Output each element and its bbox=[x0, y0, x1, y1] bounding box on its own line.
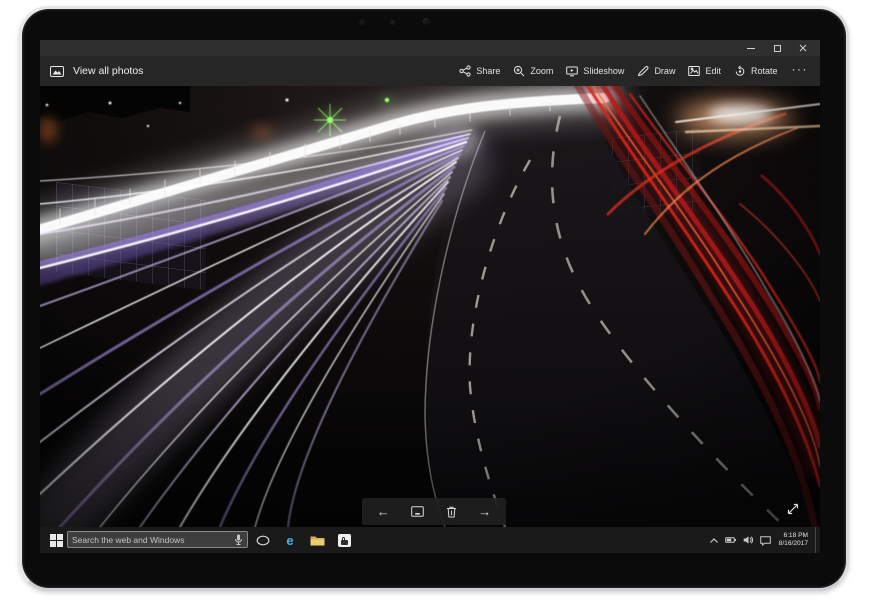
more-options-button[interactable]: ··· bbox=[788, 62, 811, 81]
draw-icon bbox=[637, 65, 649, 77]
slideshow-label: Slideshow bbox=[583, 66, 624, 76]
photos-toolbar: Share Zoom Slideshow bbox=[456, 62, 810, 81]
minimize-button[interactable] bbox=[738, 40, 764, 56]
zoom-button[interactable]: Zoom bbox=[510, 65, 556, 77]
slideshow-icon bbox=[566, 65, 578, 77]
pinned-apps: e bbox=[254, 527, 353, 553]
maximize-icon bbox=[774, 45, 781, 52]
view-all-photos-label: View all photos bbox=[73, 65, 143, 77]
ir-sensor-dot bbox=[390, 20, 395, 25]
windows-logo-icon bbox=[50, 534, 63, 547]
zoom-label: Zoom bbox=[530, 66, 553, 76]
rotate-button[interactable]: Rotate bbox=[731, 65, 781, 77]
windows-screen: View all photos Share Zoom bbox=[40, 40, 820, 553]
clock-time: 6:18 PM bbox=[783, 532, 808, 540]
show-desktop-button[interactable] bbox=[815, 527, 819, 553]
taskbar-clock[interactable]: 6:18 PM 8/16/2017 bbox=[779, 532, 808, 548]
share-label: Share bbox=[476, 66, 500, 76]
zoom-icon bbox=[513, 65, 525, 77]
ambient-sensor-dot bbox=[359, 19, 365, 25]
next-photo-button[interactable]: → bbox=[478, 505, 491, 518]
taskbar: e bbox=[40, 527, 820, 553]
surface-device-photo: View all photos Share Zoom bbox=[0, 0, 869, 603]
share-button[interactable]: Share bbox=[456, 65, 503, 77]
taskbar-search[interactable] bbox=[67, 531, 248, 548]
store-button[interactable] bbox=[335, 527, 353, 553]
title-bar bbox=[40, 40, 820, 56]
close-button[interactable] bbox=[790, 40, 816, 56]
album-icon bbox=[411, 506, 424, 517]
edit-button[interactable]: Edit bbox=[685, 65, 724, 77]
fullscreen-button[interactable] bbox=[786, 502, 800, 519]
fullscreen-icon bbox=[786, 502, 800, 516]
edge-button[interactable]: e bbox=[281, 527, 299, 553]
volume-status[interactable] bbox=[743, 535, 754, 545]
photo-nav-bar: ← → bbox=[362, 498, 506, 525]
edge-icon: e bbox=[286, 534, 293, 547]
photo-gallery-icon bbox=[50, 66, 64, 77]
clock-date: 8/16/2017 bbox=[779, 540, 808, 548]
front-camera bbox=[423, 18, 430, 25]
maximize-button[interactable] bbox=[764, 40, 790, 56]
view-all-photos-button[interactable]: View all photos bbox=[50, 65, 143, 77]
microphone-icon[interactable] bbox=[234, 534, 243, 546]
highway-light-trails-photo bbox=[40, 86, 820, 527]
system-tray: 6:18 PM 8/16/2017 bbox=[709, 527, 819, 553]
chevron-up-icon bbox=[709, 536, 719, 545]
task-view-button[interactable] bbox=[254, 527, 272, 553]
rotate-label: Rotate bbox=[751, 66, 778, 76]
slideshow-button[interactable]: Slideshow bbox=[563, 65, 627, 77]
edit-label: Edit bbox=[705, 66, 721, 76]
vignette-overlay bbox=[40, 86, 820, 527]
photos-command-bar: View all photos Share Zoom bbox=[40, 56, 820, 86]
search-input[interactable] bbox=[68, 532, 234, 547]
rotate-icon bbox=[734, 65, 746, 77]
battery-status[interactable] bbox=[725, 535, 737, 545]
tray-overflow-button[interactable] bbox=[709, 536, 719, 545]
previous-photo-button[interactable]: ← bbox=[377, 505, 390, 518]
action-center-button[interactable] bbox=[760, 535, 771, 546]
trash-icon bbox=[446, 506, 457, 518]
file-explorer-button[interactable] bbox=[308, 527, 326, 553]
draw-label: Draw bbox=[654, 66, 675, 76]
speaker-icon bbox=[743, 535, 754, 545]
battery-icon bbox=[725, 535, 737, 545]
draw-button[interactable]: Draw bbox=[634, 65, 678, 77]
delete-button[interactable] bbox=[446, 506, 457, 518]
store-icon bbox=[338, 534, 351, 547]
minimize-icon bbox=[747, 48, 755, 49]
shopping-bag-glyph bbox=[341, 540, 348, 545]
action-center-icon bbox=[760, 535, 771, 546]
share-icon bbox=[459, 65, 471, 77]
task-view-icon bbox=[256, 535, 270, 546]
album-button[interactable] bbox=[411, 506, 424, 517]
close-icon bbox=[799, 44, 807, 52]
edit-icon bbox=[688, 65, 700, 77]
photo-viewer: ← → bbox=[40, 86, 820, 527]
start-button[interactable] bbox=[45, 527, 67, 553]
folder-icon bbox=[310, 534, 325, 546]
